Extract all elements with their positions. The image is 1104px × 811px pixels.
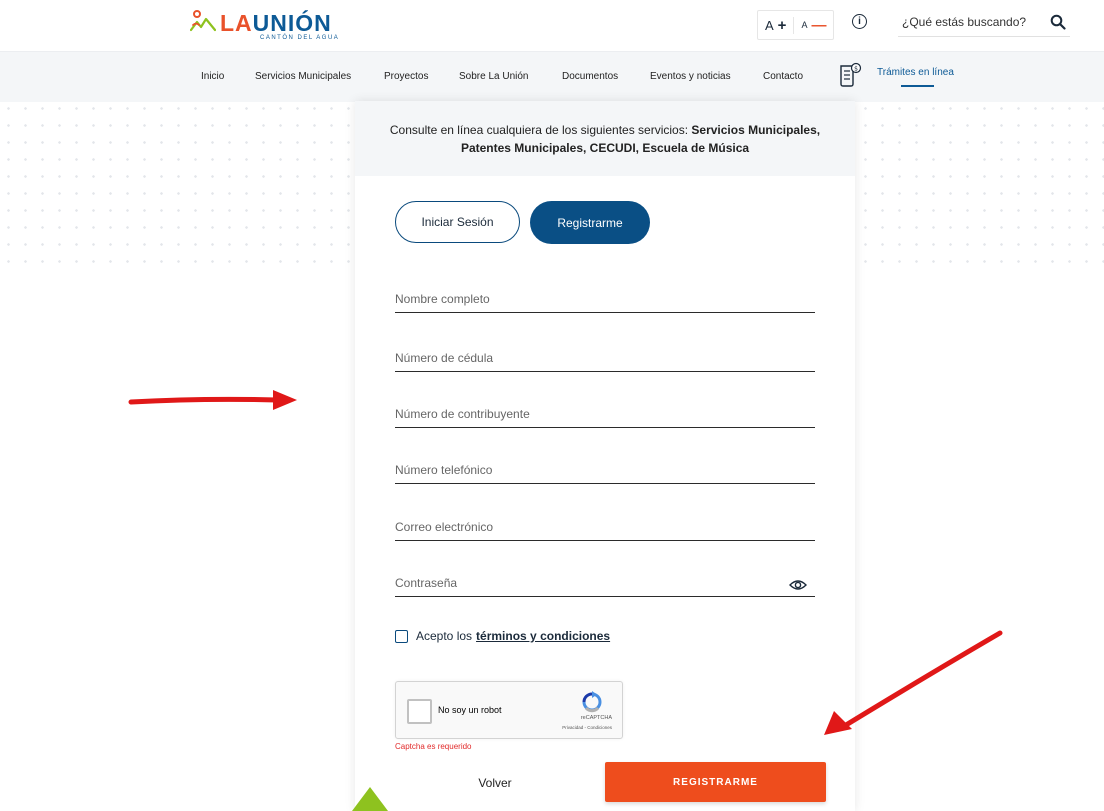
dot-pattern-right xyxy=(857,100,1104,275)
login-tab-button[interactable]: Iniciar Sesión xyxy=(395,201,520,243)
password-field xyxy=(395,562,815,597)
submit-register-button[interactable]: REGISTRARME xyxy=(605,762,826,802)
nav-item-contacto[interactable]: Contacto xyxy=(763,71,803,82)
eye-icon[interactable] xyxy=(789,578,807,592)
font-increase-label: A xyxy=(765,17,774,33)
terms-checkbox[interactable] xyxy=(395,629,408,643)
taxpayer-number-field xyxy=(395,393,815,428)
nav-item-servicios[interactable]: Servicios Municipales xyxy=(255,71,351,82)
top-bar: LAUNIÓN CANTÓN DEL AGUA A + A — i xyxy=(0,0,1104,51)
search-icon[interactable] xyxy=(1050,14,1066,30)
recaptcha-brand: reCAPTCHA xyxy=(580,715,612,721)
terms-link[interactable]: términos y condiciones xyxy=(476,629,610,643)
font-decrease-button[interactable]: A — xyxy=(793,16,833,34)
info-icon[interactable]: i xyxy=(852,14,867,29)
recaptcha-label: No soy un robot xyxy=(438,705,502,715)
logo-subtitle: CANTÓN DEL AGUA xyxy=(260,35,340,41)
search-bar xyxy=(898,12,1070,37)
logo-mark-icon xyxy=(190,10,216,32)
active-nav-underline xyxy=(901,85,934,87)
card-intro: Consulte en línea cualquiera de los sigu… xyxy=(355,101,855,176)
nav-item-documentos[interactable]: Documentos xyxy=(562,71,618,82)
taxpayer-number-input[interactable] xyxy=(395,407,775,421)
font-decrease-label: A xyxy=(801,20,808,30)
dot-pattern-left xyxy=(0,100,355,275)
plus-icon: + xyxy=(777,16,787,34)
document-icon[interactable]: $ xyxy=(838,62,862,88)
nav-item-eventos[interactable]: Eventos y noticias xyxy=(650,71,731,82)
intro-plain: Consulte en línea cualquiera de los sigu… xyxy=(389,123,692,137)
recaptcha-links[interactable]: Privacidad - Condiciones xyxy=(562,725,612,730)
email-field xyxy=(395,506,815,541)
svg-text:$: $ xyxy=(854,66,858,73)
intro-text: Consulte en línea cualquiera de los sigu… xyxy=(385,121,825,157)
terms-prefix: Acepto los xyxy=(416,629,473,643)
id-number-field xyxy=(395,337,815,372)
email-input[interactable] xyxy=(395,520,775,534)
back-button[interactable]: Volver xyxy=(445,766,545,800)
minus-icon: — xyxy=(811,16,827,34)
terms-row: Acepto los términos y condiciones xyxy=(395,629,610,643)
main-nav: Inicio Servicios Municipales Proyectos S… xyxy=(0,51,1104,102)
nav-item-tramites[interactable]: Trámites en línea xyxy=(877,67,954,78)
font-increase-button[interactable]: A + xyxy=(758,17,793,34)
phone-field xyxy=(395,449,815,484)
id-number-input[interactable] xyxy=(395,351,775,365)
search-input[interactable] xyxy=(902,15,1042,29)
full-name-field xyxy=(395,278,815,313)
registration-card: Consulte en línea cualquiera de los sigu… xyxy=(355,101,855,811)
recaptcha-logo-icon xyxy=(582,691,602,713)
recaptcha-widget: No soy un robot reCAPTCHA Privacidad - C… xyxy=(395,681,623,739)
recaptcha-checkbox[interactable] xyxy=(407,699,432,724)
font-size-controls: A + A — xyxy=(757,10,835,40)
password-input[interactable] xyxy=(395,576,775,590)
red-arrow-right-icon xyxy=(128,390,297,410)
full-name-input[interactable] xyxy=(395,292,775,306)
captcha-error-text: Captcha es requerido xyxy=(395,742,472,751)
nav-item-inicio[interactable]: Inicio xyxy=(201,71,224,82)
logo-la-text: LA xyxy=(220,10,253,36)
phone-input[interactable] xyxy=(395,463,775,477)
nav-item-proyectos[interactable]: Proyectos xyxy=(384,71,428,82)
logo-union-text: UNIÓN xyxy=(252,10,332,36)
site-logo[interactable]: LAUNIÓN CANTÓN DEL AGUA xyxy=(190,10,338,41)
register-tab-button[interactable]: Registrarme xyxy=(530,201,650,244)
nav-item-sobre[interactable]: Sobre La Unión xyxy=(459,71,529,82)
